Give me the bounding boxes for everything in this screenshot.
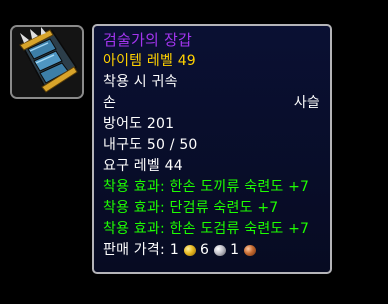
binding-text: 착용 시 귀속 <box>103 74 178 90</box>
item-level: 아이템 레벨 49 <box>103 53 196 69</box>
equip-effect-3: 착용 효과: 한손 도검류 숙련도 +7 <box>103 221 310 237</box>
copper-coin-icon <box>244 245 257 256</box>
silver-amount: 6 <box>200 242 210 258</box>
durability-value: 내구도 50 / 50 <box>103 137 198 153</box>
equip-effect-2: 착용 효과: 단검류 숙련도 +7 <box>103 200 279 216</box>
armor-value: 방어도 201 <box>103 116 175 132</box>
gold-coin-icon <box>184 245 196 256</box>
gold-amount: 1 <box>169 242 179 258</box>
required-level: 요구 레벨 44 <box>103 158 183 174</box>
gauntlet-icon <box>12 27 82 97</box>
item-icon-slot[interactable] <box>10 25 84 99</box>
item-tooltip: 검술가의 장갑 아이템 레벨 49 착용 시 귀속 손 사슬 방어도 201 내… <box>92 24 332 274</box>
sell-price-row: 판매 가격: 1 6 1 <box>103 240 320 261</box>
copper-amount: 1 <box>230 242 240 258</box>
sell-price-label: 판매 가격: <box>103 242 165 258</box>
armor-type-label: 사슬 <box>293 95 320 111</box>
slot-row: 손 사슬 <box>103 93 320 114</box>
slot-label: 손 <box>103 95 117 111</box>
silver-coin-icon <box>214 245 227 256</box>
item-name: 검술가의 장갑 <box>103 31 192 49</box>
equip-effect-1: 착용 효과: 한손 도끼류 숙련도 +7 <box>103 179 310 195</box>
